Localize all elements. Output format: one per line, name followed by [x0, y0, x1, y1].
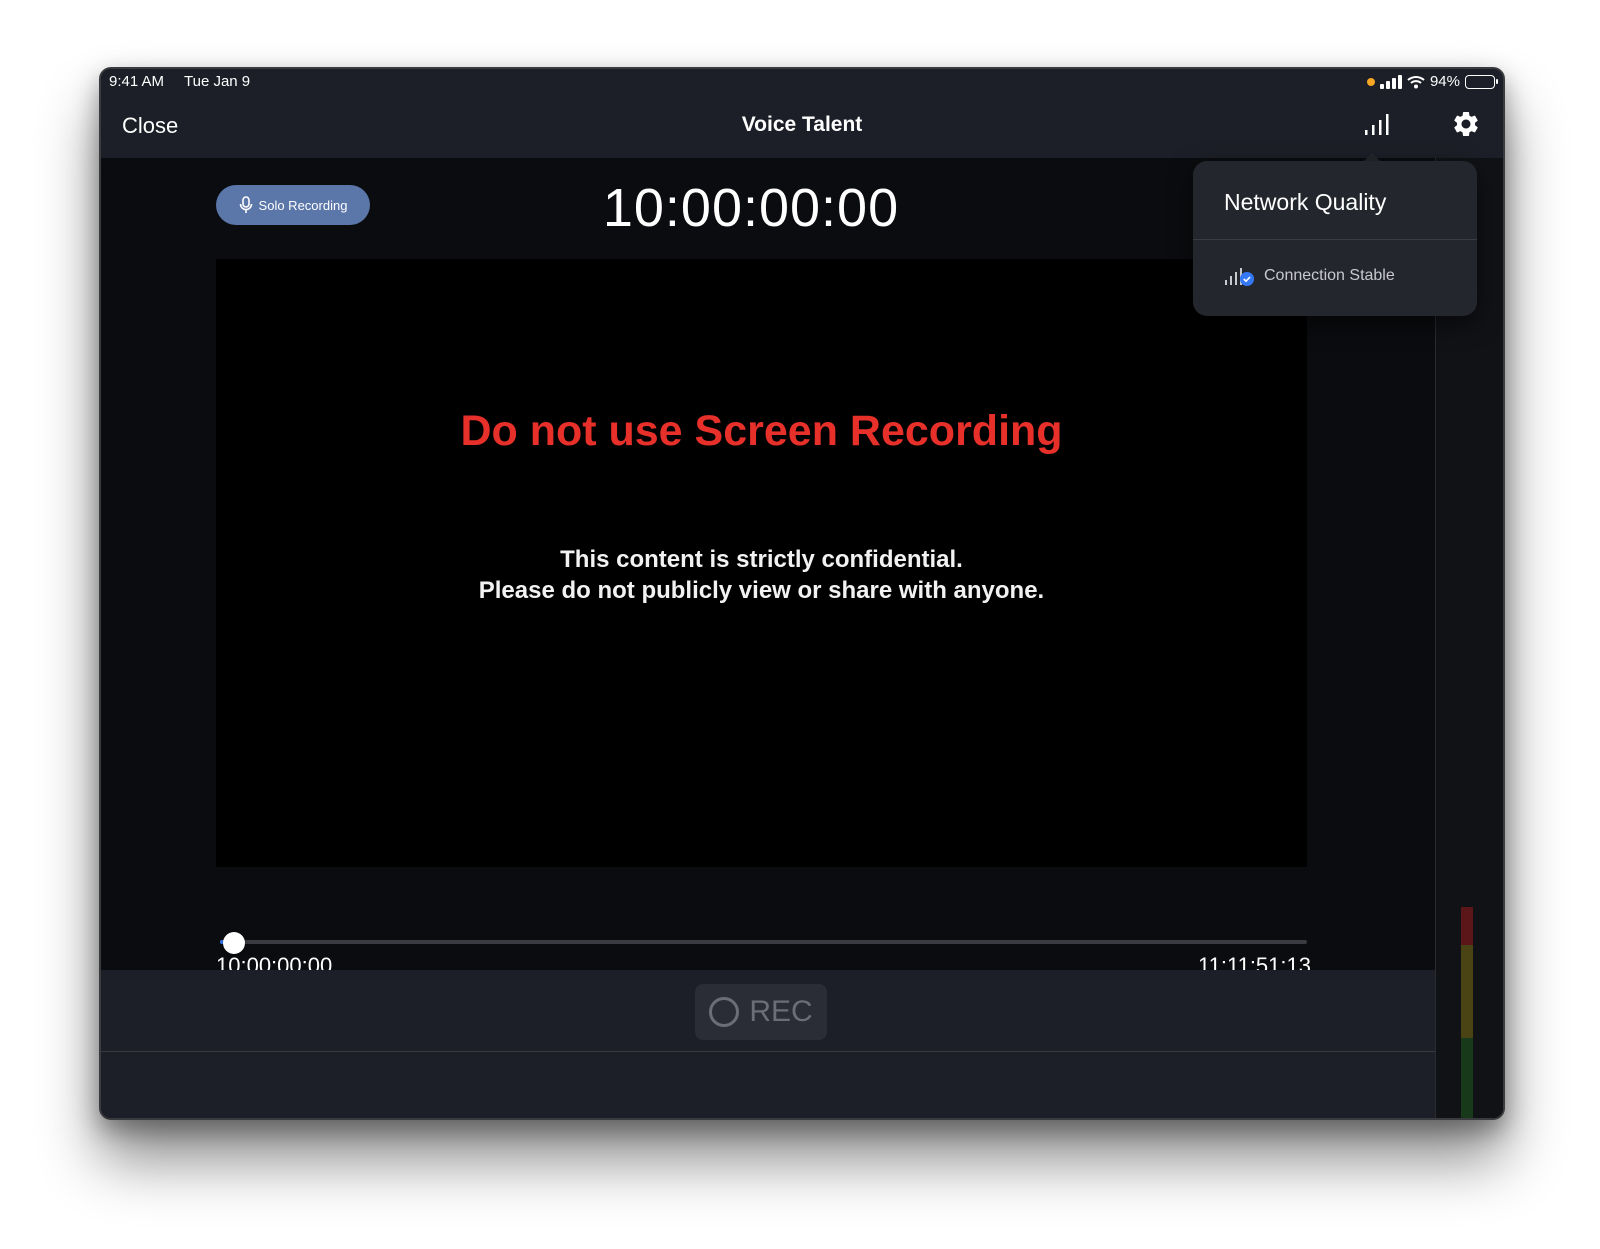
- battery-icon: [1465, 74, 1498, 89]
- connection-status-label: Connection Stable: [1264, 267, 1395, 284]
- screen-recording-warning: Do not use Screen Recording: [460, 407, 1063, 455]
- solo-recording-label: Solo Recording: [258, 197, 348, 213]
- status-date: Tue Jan 9: [184, 73, 251, 90]
- connection-stable-icon: [1225, 268, 1254, 286]
- confidentiality-notice: This content is strictly confidential. P…: [216, 544, 1307, 606]
- navigation-bar: Close Voice Talent: [101, 95, 1503, 158]
- page-title: Voice Talent: [741, 113, 863, 136]
- timeline-scrubber[interactable]: [220, 940, 1307, 944]
- status-bar: 9:41 AM Tue Jan 9 94%: [101, 69, 1503, 95]
- privacy-dot-icon: [1366, 77, 1375, 86]
- connection-status: Connection Stable: [1224, 265, 1395, 287]
- cellular-signal-icon: [1379, 74, 1402, 89]
- solo-recording-badge[interactable]: Solo Recording: [216, 185, 370, 225]
- gear-icon[interactable]: [1451, 109, 1481, 139]
- audio-level-meter: [1461, 907, 1473, 1118]
- status-indicators: 94%: [1366, 73, 1498, 90]
- ipad-screen: 9:41 AM Tue Jan 9 94% Close Voice Talent: [99, 67, 1505, 1120]
- record-circle-icon: [709, 997, 740, 1027]
- close-button[interactable]: Close: [122, 113, 178, 139]
- battery-percentage: 94%: [1429, 73, 1460, 90]
- wifi-icon: [1407, 75, 1425, 88]
- record-toolbar: REC: [101, 970, 1435, 1052]
- popover-divider: [1193, 239, 1477, 240]
- confidentiality-line-2: Please do not publicly view or share wit…: [478, 577, 1045, 604]
- record-button[interactable]: REC: [695, 984, 827, 1040]
- current-timecode: 10:00:00:00: [602, 178, 900, 238]
- microphone-icon: [239, 196, 252, 213]
- popover-title: Network Quality: [1224, 189, 1387, 215]
- scrubber-handle[interactable]: [223, 932, 245, 954]
- confidentiality-line-1: This content is strictly confidential.: [560, 546, 963, 573]
- network-quality-popover: Network Quality Connection Stable: [1193, 161, 1477, 316]
- record-label: REC: [749, 995, 813, 1028]
- status-time: 9:41 AM: [109, 73, 165, 90]
- bottom-bar: [101, 1052, 1435, 1118]
- network-signal-icon[interactable]: [1363, 112, 1391, 136]
- video-player[interactable]: Do not use Screen Recording This content…: [216, 259, 1307, 867]
